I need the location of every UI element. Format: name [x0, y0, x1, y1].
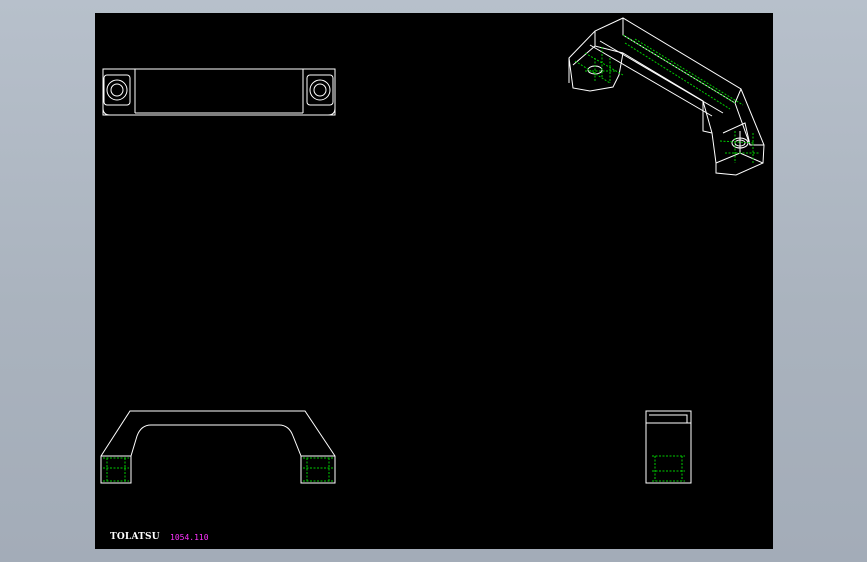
top-view: [102, 68, 336, 116]
cad-drawing: [100, 17, 765, 484]
isometric-view: [568, 17, 765, 176]
side-view-hidden-lines: [652, 455, 685, 482]
front-view-hidden-lines: [103, 457, 333, 482]
drawing-canvas[interactable]: TOLATSU 1054.110: [95, 13, 773, 549]
front-view: [100, 410, 336, 484]
part-number: 1054.110: [170, 533, 209, 542]
brand-logo: TOLATSU: [110, 532, 160, 542]
side-view: [645, 410, 692, 484]
